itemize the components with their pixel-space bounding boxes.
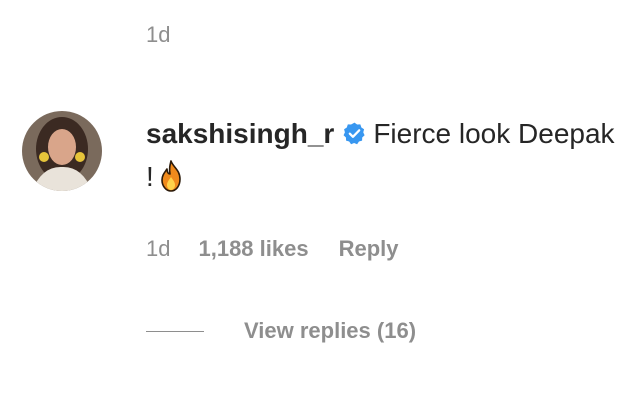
comment-meta: 1d 1,188 likes Reply	[146, 236, 399, 262]
avatar-photo	[22, 111, 102, 191]
replies-divider-line	[146, 330, 204, 332]
previous-comment-timestamp: 1d	[146, 22, 171, 47]
view-replies-button[interactable]: View replies (16)	[146, 318, 416, 344]
avatar[interactable]	[22, 111, 102, 191]
comment-username[interactable]: sakshisingh_r	[146, 118, 334, 149]
fire-icon	[158, 160, 184, 192]
comment-body: sakshisingh_r Fierce look Deepak !	[146, 112, 616, 198]
likes-count-button[interactable]: 1,188 likes	[198, 236, 308, 261]
verified-badge-icon	[342, 115, 367, 145]
view-replies-label: View replies (16)	[244, 318, 417, 343]
comment-timestamp[interactable]: 1d	[146, 236, 170, 261]
reply-button[interactable]: Reply	[339, 236, 399, 261]
